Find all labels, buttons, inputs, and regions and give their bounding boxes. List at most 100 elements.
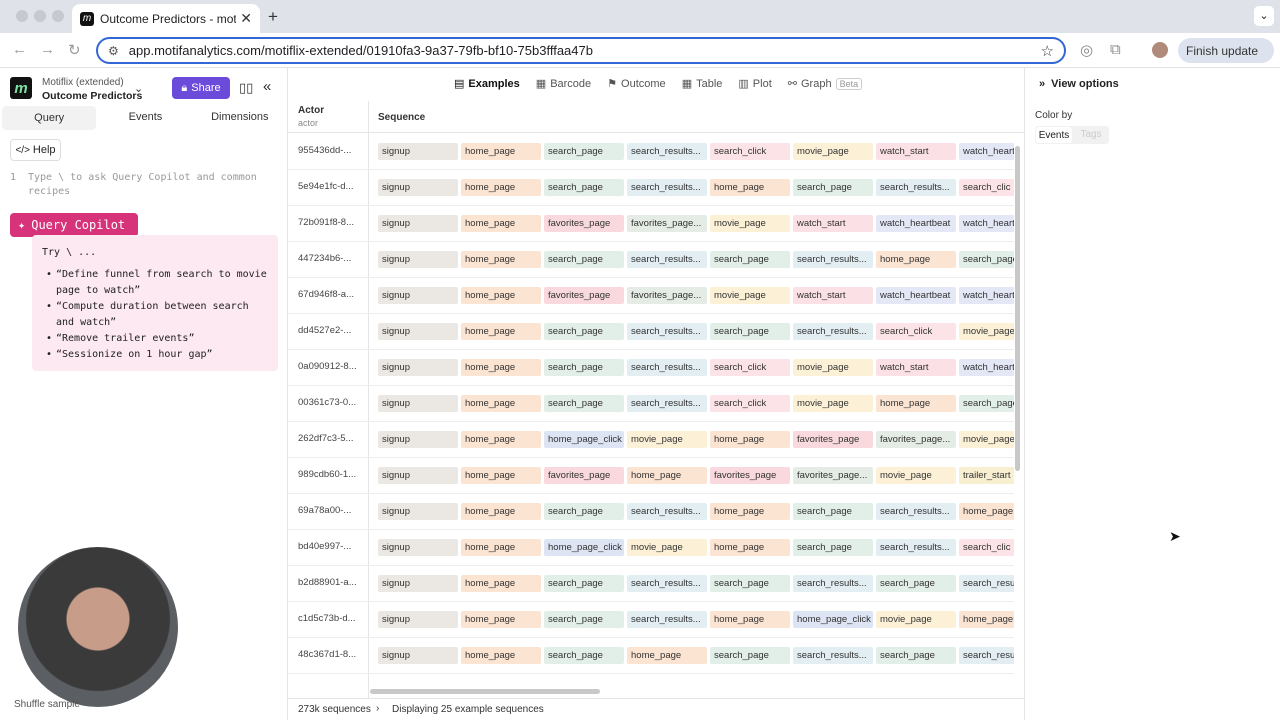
event-chip[interactable]: search_page	[793, 539, 873, 556]
event-chip[interactable]: home_page	[461, 575, 541, 592]
event-chip[interactable]: search_page	[876, 647, 956, 664]
table-row[interactable]: 48c367d1-8... signup home_page search_page h…	[288, 638, 1014, 674]
puzzle-icon[interactable]: ⧉	[1110, 41, 1121, 58]
event-chip[interactable]: search_clic	[959, 179, 1014, 196]
event-chip[interactable]: search_results...	[793, 323, 873, 340]
event-chip[interactable]: home_page	[461, 611, 541, 628]
table-row[interactable]: 69a78a00-... signup home_page search_page se…	[288, 494, 1014, 530]
event-chip[interactable]: search_page	[544, 395, 624, 412]
tab-plot[interactable]: ▥ Plot	[738, 77, 771, 91]
subtab-dimensions[interactable]: Dimensions	[193, 105, 287, 131]
event-chip[interactable]: search_results...	[627, 323, 707, 340]
event-chip[interactable]: search_click	[710, 143, 790, 160]
event-chip[interactable]: search_results...	[793, 647, 873, 664]
table-row[interactable]: 955436dd-... signup home_page search_page se…	[288, 134, 1014, 170]
shuffle-sample-button[interactable]: Shuffle sample	[14, 699, 80, 710]
event-chip[interactable]: search_results...	[627, 503, 707, 520]
event-chip[interactable]: search_resu	[959, 575, 1014, 592]
event-chip[interactable]: favorites_page...	[793, 467, 873, 484]
expand-chevrons-icon[interactable]: »	[1039, 78, 1045, 90]
event-chip[interactable]: movie_page	[793, 143, 873, 160]
suggestion-item[interactable]: “Define funnel from search to movie page…	[42, 267, 268, 299]
event-chip[interactable]: home_page	[627, 647, 707, 664]
actor-column-header[interactable]: Actor	[298, 105, 324, 116]
table-row[interactable]: 00361c73-0... signup home_page search_page s…	[288, 386, 1014, 422]
event-chip[interactable]: signup	[378, 287, 458, 304]
event-chip[interactable]: movie_page	[959, 431, 1014, 448]
event-chip[interactable]: search_resu	[959, 647, 1014, 664]
event-chip[interactable]: search_page	[544, 503, 624, 520]
bookmark-star-icon[interactable]: ☆	[1041, 42, 1054, 60]
browser-tab[interactable]: m Outcome Predictors - motifli ✕	[72, 4, 260, 33]
event-chip[interactable]: search_results...	[876, 539, 956, 556]
event-chip[interactable]: signup	[378, 179, 458, 196]
event-chip[interactable]: search_results...	[876, 179, 956, 196]
event-chip[interactable]: signup	[378, 575, 458, 592]
event-chip[interactable]: search_page	[710, 251, 790, 268]
actor-id[interactable]: bd40e997-...	[298, 541, 363, 552]
event-chip[interactable]: favorites_page...	[876, 431, 956, 448]
tab-barcode[interactable]: ▦ Barcode	[536, 77, 591, 91]
event-chip[interactable]: search_page	[544, 647, 624, 664]
actor-id[interactable]: 72b091f8-8...	[298, 217, 363, 228]
window-minimize-button[interactable]	[34, 10, 46, 22]
event-chip[interactable]: home_page	[627, 467, 707, 484]
actor-id[interactable]: 989cdb60-1...	[298, 469, 363, 480]
event-chip[interactable]: search_clic	[959, 539, 1014, 556]
event-chip[interactable]: home_page	[959, 611, 1014, 628]
event-chip[interactable]: signup	[378, 647, 458, 664]
event-chip[interactable]: signup	[378, 611, 458, 628]
event-chip[interactable]: search_results...	[627, 251, 707, 268]
event-chip[interactable]: watch_start	[876, 359, 956, 376]
event-chip[interactable]: movie_page	[627, 539, 707, 556]
event-chip[interactable]: search_click	[876, 323, 956, 340]
actor-id[interactable]: b2d88901-a...	[298, 577, 363, 588]
event-chip[interactable]: home_page	[710, 431, 790, 448]
tab-list-chevron-icon[interactable]: ⌄	[1254, 6, 1274, 26]
event-chip[interactable]: home_page	[461, 143, 541, 160]
event-chip[interactable]: home_page	[461, 323, 541, 340]
event-chip[interactable]: search_page	[710, 575, 790, 592]
event-chip[interactable]: search_page	[544, 143, 624, 160]
event-chip[interactable]: movie_page	[959, 323, 1014, 340]
event-chip[interactable]: movie_page	[876, 611, 956, 628]
query-editor[interactable]: 1 Type \ to ask Query Copilot and common…	[10, 171, 280, 199]
motif-logo-icon[interactable]: m	[10, 77, 32, 99]
actor-id[interactable]: 262df7c3-5...	[298, 433, 363, 444]
event-chip[interactable]: search_page	[544, 575, 624, 592]
event-chip[interactable]: movie_page	[627, 431, 707, 448]
event-chip[interactable]: home_page	[461, 215, 541, 232]
event-chip[interactable]: signup	[378, 215, 458, 232]
suggestion-item[interactable]: “Compute duration between search and wat…	[42, 299, 268, 331]
event-chip[interactable]: home_page	[461, 395, 541, 412]
event-chip[interactable]: home_page_click	[544, 431, 624, 448]
event-chip[interactable]: movie_page	[793, 395, 873, 412]
table-row[interactable]: b2d88901-a... signup home_page search_page s…	[288, 566, 1014, 602]
event-chip[interactable]: watch_heart	[959, 359, 1014, 376]
event-chip[interactable]: movie_page	[710, 215, 790, 232]
project-dropdown-chevron-icon[interactable]: ⌄	[134, 82, 143, 95]
event-chip[interactable]: signup	[378, 323, 458, 340]
event-chip[interactable]: watch_heart	[959, 215, 1014, 232]
table-row[interactable]: c1d5c73b-d... signup home_page search_page s…	[288, 602, 1014, 638]
table-row[interactable]: 0a090912-8... signup home_page search_page s…	[288, 350, 1014, 386]
tab-examples[interactable]: ▤ Examples	[454, 77, 520, 91]
color-by-events-option[interactable]: Events	[1036, 127, 1072, 143]
event-chip[interactable]: search_results...	[627, 179, 707, 196]
event-chip[interactable]: search_page	[793, 503, 873, 520]
event-chip[interactable]: signup	[378, 251, 458, 268]
table-row[interactable]: 447234b6-... signup home_page search_page se…	[288, 242, 1014, 278]
suggestion-item[interactable]: “Remove trailer events”	[42, 331, 268, 347]
event-chip[interactable]: search_page	[544, 179, 624, 196]
event-chip[interactable]: search_click	[710, 395, 790, 412]
actor-id[interactable]: 00361c73-0...	[298, 397, 363, 408]
address-bar[interactable]: ⚙ app.motifanalytics.com/motiflix-extend…	[96, 37, 1066, 64]
event-chip[interactable]: search_click	[710, 359, 790, 376]
event-chip[interactable]: home_page_click	[544, 539, 624, 556]
window-maximize-button[interactable]	[52, 10, 64, 22]
event-chip[interactable]: watch_start	[793, 215, 873, 232]
subtab-query[interactable]: Query	[2, 106, 97, 130]
event-chip[interactable]: home_page	[461, 179, 541, 196]
event-chip[interactable]: home_page	[461, 503, 541, 520]
actor-id[interactable]: 447234b6-...	[298, 253, 363, 264]
